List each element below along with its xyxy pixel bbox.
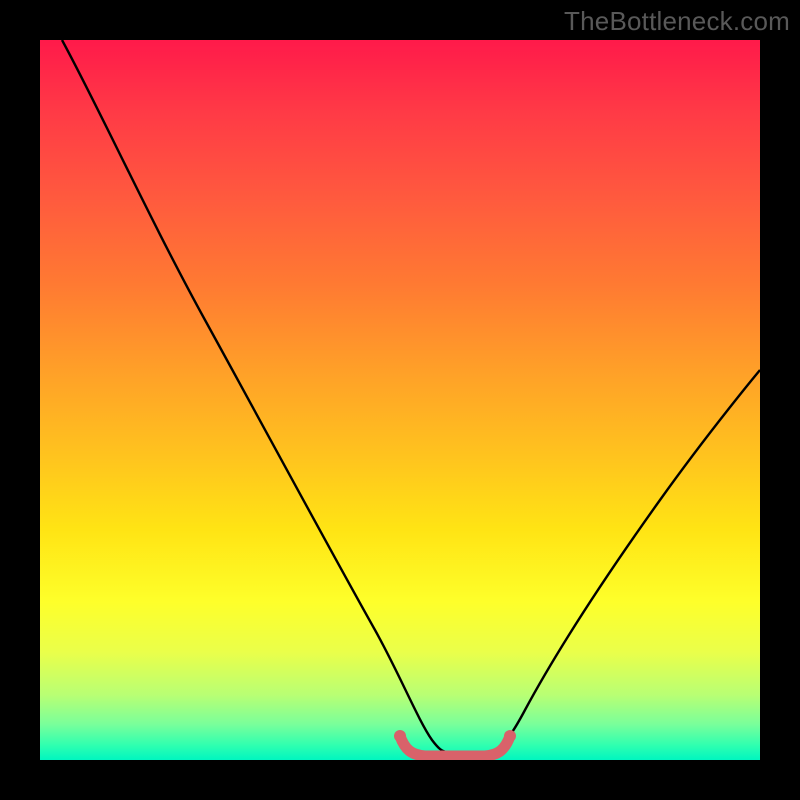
pink-endpoint-left: [394, 730, 406, 742]
black-curve: [62, 40, 760, 752]
watermark-text: TheBottleneck.com: [564, 6, 790, 37]
curve-layer: [40, 40, 760, 760]
pink-endpoint-right: [504, 730, 516, 742]
pink-flat-segment: [400, 736, 510, 756]
plot-area: [40, 40, 760, 760]
chart-frame: TheBottleneck.com: [0, 0, 800, 800]
